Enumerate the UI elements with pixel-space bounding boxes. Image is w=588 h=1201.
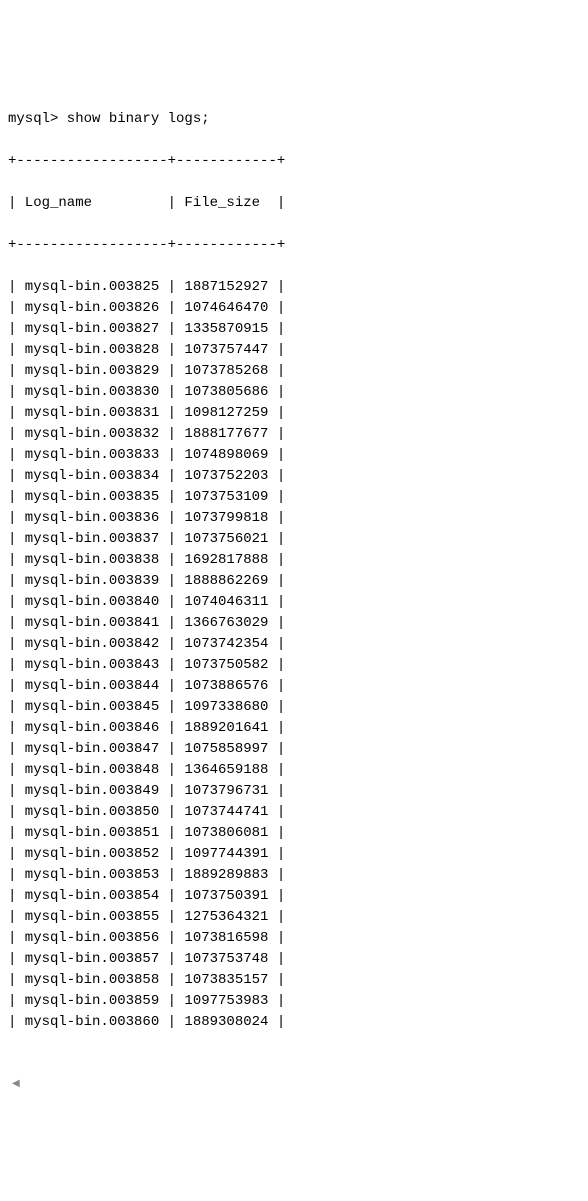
table-row: | mysql-bin.003835 | 1073753109 | [8, 487, 580, 508]
table-row: | mysql-bin.003853 | 1889289883 | [8, 865, 580, 886]
table-row: | mysql-bin.003831 | 1098127259 | [8, 403, 580, 424]
table-row: | mysql-bin.003855 | 1275364321 | [8, 907, 580, 928]
table-row: | mysql-bin.003848 | 1364659188 | [8, 760, 580, 781]
table-row: | mysql-bin.003852 | 1097744391 | [8, 844, 580, 865]
table-row: | mysql-bin.003828 | 1073757447 | [8, 340, 580, 361]
table-row: | mysql-bin.003856 | 1073816598 | [8, 928, 580, 949]
table-row: | mysql-bin.003854 | 1073750391 | [8, 886, 580, 907]
table-row: | mysql-bin.003859 | 1097753983 | [8, 991, 580, 1012]
table-row: | mysql-bin.003833 | 1074898069 | [8, 445, 580, 466]
table-row: | mysql-bin.003858 | 1073835157 | [8, 970, 580, 991]
table-row: | mysql-bin.003845 | 1097338680 | [8, 697, 580, 718]
scroll-left-indicator: ◀ [8, 1077, 580, 1092]
table-row: | mysql-bin.003839 | 1888862269 | [8, 571, 580, 592]
table-row: | mysql-bin.003827 | 1335870915 | [8, 319, 580, 340]
table-row: | mysql-bin.003844 | 1073886576 | [8, 676, 580, 697]
table-header-divider: +------------------+------------+ [8, 235, 580, 256]
table-row: | mysql-bin.003842 | 1073742354 | [8, 634, 580, 655]
table-row: | mysql-bin.003829 | 1073785268 | [8, 361, 580, 382]
table-row: | mysql-bin.003834 | 1073752203 | [8, 466, 580, 487]
table-row: | mysql-bin.003830 | 1073805686 | [8, 382, 580, 403]
table-header-row: | Log_name | File_size | [8, 193, 580, 214]
table-row: | mysql-bin.003826 | 1074646470 | [8, 298, 580, 319]
table-row: | mysql-bin.003837 | 1073756021 | [8, 529, 580, 550]
table-row: | mysql-bin.003838 | 1692817888 | [8, 550, 580, 571]
table-row: | mysql-bin.003847 | 1075858997 | [8, 739, 580, 760]
table-row: | mysql-bin.003851 | 1073806081 | [8, 823, 580, 844]
table-row: | mysql-bin.003840 | 1074046311 | [8, 592, 580, 613]
table-row: | mysql-bin.003860 | 1889308024 | [8, 1012, 580, 1033]
table-row: | mysql-bin.003849 | 1073796731 | [8, 781, 580, 802]
table-row: | mysql-bin.003841 | 1366763029 | [8, 613, 580, 634]
table-row: | mysql-bin.003843 | 1073750582 | [8, 655, 580, 676]
table-body: | mysql-bin.003825 | 1887152927 || mysql… [8, 277, 580, 1033]
table-row: | mysql-bin.003825 | 1887152927 | [8, 277, 580, 298]
table-top-divider: +------------------+------------+ [8, 151, 580, 172]
table-row: | mysql-bin.003832 | 1888177677 | [8, 424, 580, 445]
table-row: | mysql-bin.003846 | 1889201641 | [8, 718, 580, 739]
mysql-terminal-output: mysql> show binary logs; +--------------… [8, 88, 580, 1054]
sql-prompt-line: mysql> show binary logs; [8, 109, 580, 130]
table-row: | mysql-bin.003857 | 1073753748 | [8, 949, 580, 970]
table-row: | mysql-bin.003850 | 1073744741 | [8, 802, 580, 823]
table-row: | mysql-bin.003836 | 1073799818 | [8, 508, 580, 529]
